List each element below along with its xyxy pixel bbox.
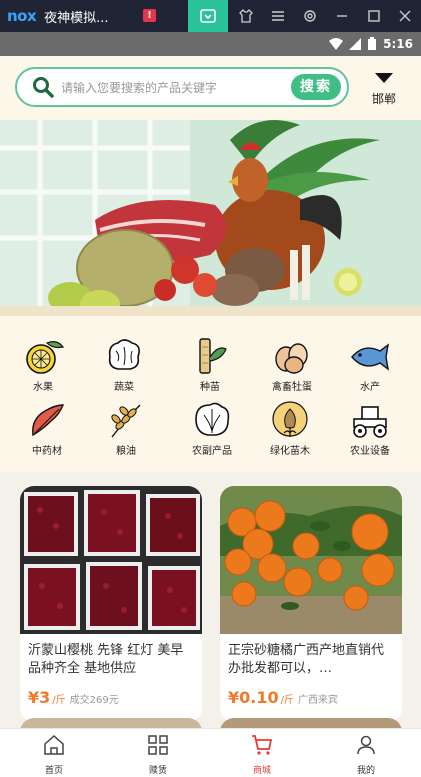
nav-label: 赎赁 <box>148 766 167 776</box>
cart-icon <box>252 735 273 755</box>
category-grid: 水果 蔬菜 种苗 禽畜牡蛋 水产 中药材 粮油 农副产品 绿化苗木 农业设备 <box>0 316 421 472</box>
product-unit: /斤 <box>280 695 294 706</box>
search-input[interactable]: 请输入您要搜索的产品关键字 <box>61 79 291 96</box>
category-equipment[interactable]: 农业设备 <box>340 400 400 457</box>
close-icon[interactable] <box>389 0 421 32</box>
product-meta: 广西来宾 <box>297 695 338 706</box>
battery-icon <box>368 37 377 50</box>
nav-home[interactable]: 首页 <box>24 733 84 776</box>
product-image <box>20 486 202 634</box>
product-unit: /斤 <box>52 695 66 706</box>
category-label: 蔬菜 <box>114 382 134 393</box>
nav-label: 我的 <box>356 766 375 776</box>
home-icon <box>44 734 64 755</box>
product-list: 沂蒙山樱桃 先锋 红灯 美早 品种齐全 基地供应 ¥3 /斤 成交269元 正宗 <box>0 472 421 728</box>
category-seedling[interactable]: 种苗 <box>180 336 240 393</box>
alert-icon[interactable]: ! <box>143 9 156 22</box>
search-button[interactable]: 搜索 <box>291 74 341 100</box>
category-label: 禽畜牡蛋 <box>272 382 312 393</box>
category-nursery[interactable]: 绿化苗木 <box>260 400 320 457</box>
user-icon <box>357 735 375 755</box>
eggs-icon <box>268 336 316 376</box>
category-label: 绿化苗木 <box>270 446 310 457</box>
signal-icon <box>349 38 362 50</box>
fruit-icon <box>19 336 67 376</box>
product-price: ¥3 <box>28 688 51 707</box>
nav-label: 首页 <box>44 766 63 776</box>
search-header: 请输入您要搜索的产品关键字 搜索 邯郸 <box>0 56 421 120</box>
emulator-title: 夜神模拟... <box>44 10 109 26</box>
category-label: 粮油 <box>116 446 136 457</box>
nav-grid[interactable]: 赎赁 <box>128 733 188 776</box>
category-vegetable[interactable]: 蔬菜 <box>94 336 154 393</box>
category-label: 水果 <box>33 382 53 393</box>
category-label: 农副产品 <box>192 446 232 457</box>
category-herb[interactable]: 中药材 <box>17 400 77 457</box>
price-row: ¥0.10 /斤 广西来宾 <box>220 682 402 707</box>
product-card[interactable]: 正宗砂糖橘广西产地直销代办批发都可以，… ¥0.10 /斤 广西来宾 <box>220 486 402 722</box>
status-time: 5:16 <box>383 37 413 51</box>
promo-banner[interactable] <box>0 120 421 316</box>
product-card-partial[interactable] <box>20 718 202 728</box>
product-title: 沂蒙山樱桃 先锋 红灯 美早 品种齐全 基地供应 <box>28 643 184 676</box>
fish-icon <box>346 336 394 376</box>
status-bar: 5:16 <box>0 32 421 56</box>
category-fruit[interactable]: 水果 <box>13 336 73 393</box>
vegetable-icon <box>100 336 148 376</box>
nav-mall[interactable]: 商城 <box>232 733 292 776</box>
grain-icon <box>102 400 150 440</box>
category-label: 种苗 <box>200 382 220 393</box>
product-price: ¥0.10 <box>228 688 279 707</box>
wifi-icon <box>329 38 344 50</box>
cabbage-icon <box>188 400 236 440</box>
nox-logo: nox <box>7 7 37 25</box>
gear-icon[interactable] <box>294 0 326 32</box>
location-label: 邯郸 <box>371 92 396 106</box>
seedling-icon <box>186 336 234 376</box>
search-icon <box>33 77 54 98</box>
keyboard-icon[interactable] <box>188 0 228 32</box>
category-grain[interactable]: 粮油 <box>96 400 156 457</box>
category-label: 水产 <box>360 382 380 393</box>
menu-icon[interactable] <box>262 0 294 32</box>
tree-icon <box>266 400 314 440</box>
location-selector[interactable]: 邯郸 <box>366 73 402 107</box>
product-image <box>220 486 402 634</box>
product-card-partial[interactable] <box>220 718 402 728</box>
maximize-icon[interactable] <box>358 0 390 32</box>
category-byproducts[interactable]: 农副产品 <box>182 400 242 457</box>
category-eggs[interactable]: 禽畜牡蛋 <box>262 336 322 393</box>
search-bar[interactable]: 请输入您要搜索的产品关键字 搜索 <box>15 67 349 107</box>
product-card[interactable]: 沂蒙山樱桃 先锋 红灯 美早 品种齐全 基地供应 ¥3 /斤 成交269元 <box>20 486 202 722</box>
price-row: ¥3 /斤 成交269元 <box>20 682 202 707</box>
shirt-icon[interactable] <box>230 0 262 32</box>
bottom-nav: 首页 赎赁 商城 我的 <box>0 728 421 777</box>
tractor-icon <box>346 400 394 440</box>
grid-icon <box>148 735 168 755</box>
dropdown-icon <box>375 73 393 83</box>
category-label: 中药材 <box>32 446 62 457</box>
category-label: 农业设备 <box>350 446 390 457</box>
emulator-title-bar: nox 夜神模拟... ! <box>0 0 421 32</box>
herb-icon <box>23 400 71 440</box>
minimize-icon[interactable] <box>326 0 358 32</box>
product-meta: 成交269元 <box>69 695 119 706</box>
nav-label: 商城 <box>252 766 271 776</box>
product-title: 正宗砂糖橘广西产地直销代办批发都可以，… <box>228 643 385 676</box>
category-seafood[interactable]: 水产 <box>340 336 400 393</box>
nav-profile[interactable]: 我的 <box>336 733 396 776</box>
